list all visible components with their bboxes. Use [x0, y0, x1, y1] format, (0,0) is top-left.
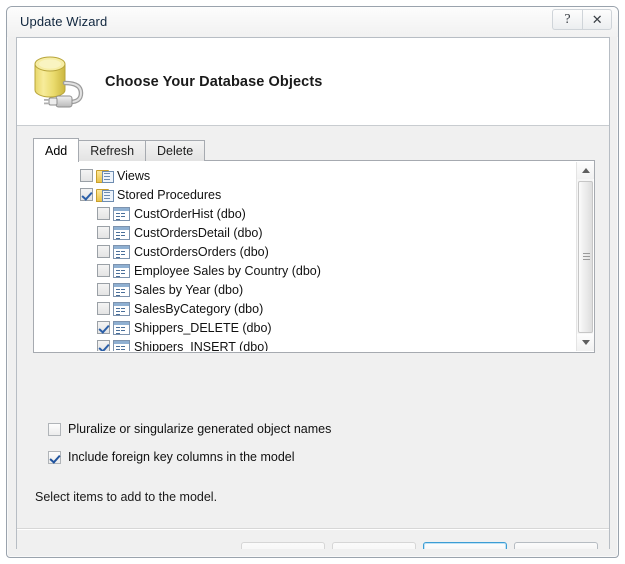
tree-item[interactable]: CustOrdersOrders (dbo): [35, 242, 576, 261]
tree-item[interactable]: Shippers_DELETE (dbo): [35, 318, 576, 337]
tab-panel-add: Views Stored Procedures CustOrderHist (dbo…: [33, 160, 595, 353]
stored-procedure-icon: [113, 320, 130, 335]
option-pluralize[interactable]: Pluralize or singularize generated objec…: [48, 422, 331, 436]
dialog-client-area: Choose Your Database Objects Add Refresh…: [16, 37, 610, 549]
stored-procedure-icon: [113, 244, 130, 259]
scrollbar-thumb[interactable]: [578, 181, 593, 333]
folder-procedures-icon: [96, 187, 114, 202]
folder-views-icon: [96, 168, 114, 183]
stored-procedure-icon: [113, 225, 130, 240]
window-title: Update Wizard: [20, 14, 108, 29]
stored-procedure-icon: [113, 301, 130, 316]
tree-item[interactable]: Views: [35, 166, 576, 185]
stored-procedure-icon: [113, 282, 130, 297]
tree-item-checkbox[interactable]: [97, 226, 110, 239]
tree-item-label: Views: [117, 168, 151, 183]
stored-procedure-icon: [113, 206, 130, 221]
help-icon: ?: [564, 11, 571, 27]
footer-separator: [17, 528, 609, 530]
tab-add-label: Add: [45, 143, 68, 158]
dialog-button-row: < Previous Next > Finish Cancel: [241, 542, 598, 549]
title-bar-buttons: ? ✕: [552, 9, 612, 31]
next-button-label: Next >: [356, 548, 392, 550]
previous-button[interactable]: < Previous: [241, 542, 325, 549]
tree-item-checkbox[interactable]: [80, 169, 93, 182]
stored-procedure-icon: [113, 263, 130, 278]
option-pluralize-label: Pluralize or singularize generated objec…: [68, 422, 332, 436]
tree-vertical-scrollbar[interactable]: [576, 162, 594, 351]
tree-item[interactable]: Sales by Year (dbo): [35, 280, 576, 299]
chevron-up-icon: [581, 168, 590, 173]
tree-item-checkbox[interactable]: [97, 321, 110, 334]
tree-item[interactable]: SalesByCategory (dbo): [35, 299, 576, 318]
tab-refresh-label: Refresh: [90, 144, 135, 158]
tree-item[interactable]: Shippers_INSERT (dbo): [35, 337, 576, 351]
tree-item-checkbox[interactable]: [97, 340, 110, 351]
option-foreign-keys-label: Include foreign key columns in the model: [68, 450, 295, 464]
tree-item[interactable]: Stored Procedures: [35, 185, 576, 204]
tree-item-checkbox[interactable]: [97, 302, 110, 315]
tree-item-checkbox[interactable]: [97, 245, 110, 258]
database-plug-icon: [29, 50, 97, 116]
option-foreign-keys-checkbox[interactable]: [48, 450, 61, 464]
tree-item-label: SalesByCategory (dbo): [134, 301, 264, 316]
tree-item-label: CustOrdersDetail (dbo): [134, 225, 263, 240]
tree-item-label: Shippers_DELETE (dbo): [134, 320, 272, 335]
finish-button[interactable]: Finish: [423, 542, 507, 549]
scroll-up-button[interactable]: [577, 162, 594, 179]
tree-item-label: Shippers_INSERT (dbo): [134, 339, 269, 352]
page-title: Choose Your Database Objects: [105, 74, 323, 90]
option-pluralize-checkbox[interactable]: [48, 422, 61, 436]
tree-item[interactable]: CustOrdersDetail (dbo): [35, 223, 576, 242]
next-button[interactable]: Next >: [332, 542, 416, 549]
cancel-button-label: Cancel: [537, 548, 576, 550]
update-wizard-dialog: Update Wizard ? ✕ Choose Your Database O…: [6, 6, 619, 558]
tree-item-label: Employee Sales by Country (dbo): [134, 263, 321, 278]
finish-button-label: Finish: [448, 548, 481, 550]
tree-item-label: CustOrderHist (dbo): [134, 206, 246, 221]
tab-delete-label: Delete: [157, 144, 194, 158]
tree-item-checkbox[interactable]: [97, 283, 110, 296]
status-hint: Select items to add to the model.: [35, 490, 218, 504]
tree-item[interactable]: CustOrderHist (dbo): [35, 204, 576, 223]
help-button[interactable]: ?: [552, 9, 582, 30]
option-foreign-keys[interactable]: Include foreign key columns in the model: [48, 450, 295, 464]
previous-button-label: < Previous: [253, 548, 312, 550]
chevron-down-icon: [581, 340, 590, 345]
stored-procedure-icon: [113, 339, 130, 351]
tree-item-checkbox[interactable]: [97, 207, 110, 220]
tree-item-checkbox[interactable]: [97, 264, 110, 277]
tree-item-checkbox[interactable]: [80, 188, 93, 201]
cancel-button[interactable]: Cancel: [514, 542, 598, 549]
tab-strip: Add Refresh Delete: [33, 138, 206, 162]
title-bar: Update Wizard ? ✕: [7, 7, 618, 37]
tree-item-label: Sales by Year (dbo): [134, 282, 244, 297]
database-objects-tree[interactable]: Views Stored Procedures CustOrderHist (dbo…: [35, 162, 576, 351]
tree-item-label: CustOrdersOrders (dbo): [134, 244, 269, 259]
close-icon: ✕: [591, 12, 603, 27]
tab-add[interactable]: Add: [33, 138, 80, 162]
screen: Update Wizard ? ✕ Choose Your Database O…: [0, 0, 625, 564]
tab-refresh[interactable]: Refresh: [78, 140, 147, 161]
tab-delete[interactable]: Delete: [145, 140, 206, 161]
tree-item[interactable]: Employee Sales by Country (dbo): [35, 261, 576, 280]
wizard-banner: Choose Your Database Objects: [17, 38, 609, 126]
close-button[interactable]: ✕: [582, 9, 612, 30]
tree-item-label: Stored Procedures: [117, 187, 222, 202]
scroll-down-button[interactable]: [577, 334, 594, 351]
